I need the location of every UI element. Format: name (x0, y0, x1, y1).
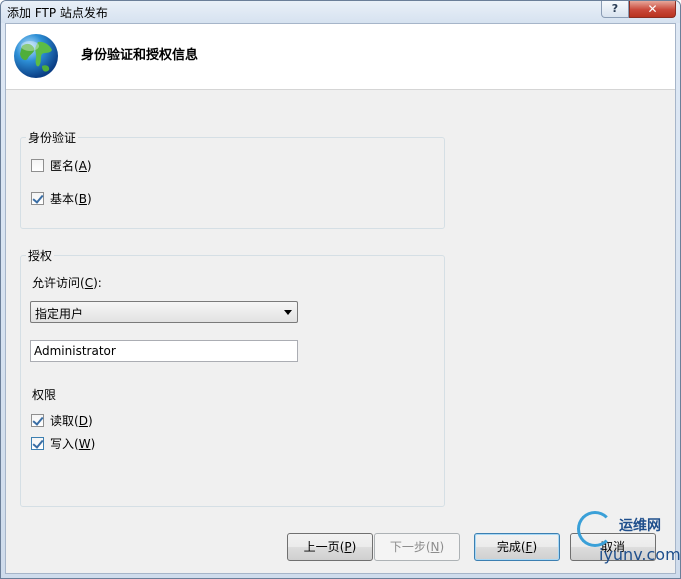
authentication-group (20, 137, 445, 229)
cancel-button[interactable]: 取消 (570, 533, 656, 561)
basic-checkbox[interactable] (31, 191, 44, 205)
anonymous-checkbox-row[interactable]: 匿名(A) (31, 157, 92, 173)
basic-checkbox-row[interactable]: 基本(B) (31, 190, 92, 206)
user-name-input[interactable]: Administrator (30, 340, 298, 362)
write-label: 写入(W) (50, 436, 96, 451)
dialog-client-area: 身份验证和授权信息 身份验证 匿名(A) 基本(B) 授权 允许访问(C): 指… (5, 23, 676, 574)
dropdown-selected-value: 指定用户 (35, 307, 84, 321)
read-checkbox-row[interactable]: 读取(D) (31, 412, 93, 428)
write-checkbox-row[interactable]: 写入(W) (31, 435, 95, 451)
basic-label: 基本(B) (50, 191, 92, 206)
anonymous-checkbox[interactable] (31, 158, 44, 172)
allow-access-dropdown[interactable]: 指定用户 (30, 301, 298, 323)
write-checkbox[interactable] (31, 436, 44, 450)
allow-access-label: 允许访问(C): (32, 276, 102, 290)
anonymous-label: 匿名(A) (50, 158, 92, 173)
next-button[interactable]: 下一步(N) (374, 533, 460, 561)
wizard-header: 身份验证和授权信息 (6, 24, 675, 90)
dialog-window: 添加 FTP 站点发布 ? ✕ 身份验证和授权信息 身份验证 匿名(A) 基本(… (0, 0, 681, 579)
read-checkbox[interactable] (31, 413, 44, 427)
page-title: 身份验证和授权信息 (81, 48, 199, 63)
user-name-value: Administrator (34, 344, 116, 358)
authorization-group (20, 255, 445, 507)
read-label: 读取(D) (50, 413, 93, 428)
authorization-legend: 授权 (26, 247, 55, 264)
previous-button[interactable]: 上一页(P) (287, 533, 373, 561)
title-bar[interactable]: 添加 FTP 站点发布 ? ✕ (1, 1, 680, 23)
help-button[interactable]: ? (601, 1, 629, 18)
window-title: 添加 FTP 站点发布 (7, 6, 108, 20)
close-button[interactable]: ✕ (629, 1, 676, 18)
globe-icon (14, 34, 58, 78)
finish-button[interactable]: 完成(F) (474, 533, 560, 561)
permissions-label: 权限 (32, 388, 57, 402)
chevron-down-icon[interactable] (284, 310, 292, 315)
authentication-legend: 身份验证 (26, 129, 79, 146)
